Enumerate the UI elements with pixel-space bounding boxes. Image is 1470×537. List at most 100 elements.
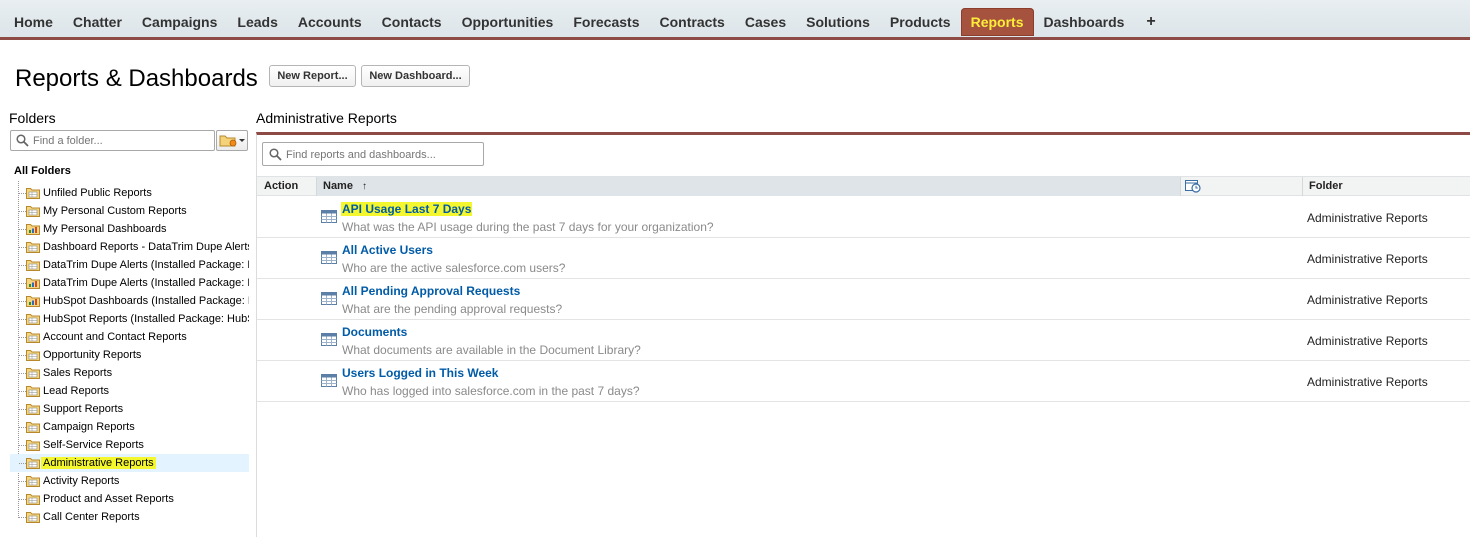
report-icon bbox=[321, 292, 337, 305]
folder-item-label: Opportunity Reports bbox=[43, 349, 142, 361]
folder-item[interactable]: Sales Reports bbox=[10, 364, 249, 382]
report-folder-icon bbox=[26, 386, 40, 397]
folder-item[interactable]: HubSpot Reports (Installed Package: HubS… bbox=[10, 310, 249, 328]
folder-item-label: DataTrim Dupe Alerts (Installed Package:… bbox=[43, 259, 249, 271]
folder-item-label: Campaign Reports bbox=[43, 421, 135, 433]
column-divider bbox=[1180, 177, 1181, 196]
report-folder-icon bbox=[26, 260, 40, 271]
report-search-box[interactable] bbox=[262, 142, 484, 166]
table-row: API Usage Last 7 Days What was the API us… bbox=[257, 197, 1470, 238]
report-name-link[interactable]: API Usage Last 7 Days bbox=[341, 202, 473, 216]
tab-opportunities[interactable]: Opportunities bbox=[452, 8, 564, 36]
report-icon bbox=[321, 374, 337, 387]
report-folder-cell: Administrative Reports bbox=[1307, 334, 1428, 348]
sort-ascending-icon: ↑ bbox=[362, 181, 368, 192]
tab-reports[interactable]: Reports bbox=[960, 8, 1034, 36]
report-folder-cell: Administrative Reports bbox=[1307, 252, 1428, 266]
new-dashboard-button[interactable]: New Dashboard... bbox=[361, 65, 470, 87]
folder-item-label: Account and Contact Reports bbox=[43, 331, 187, 343]
folder-item[interactable]: Opportunity Reports bbox=[10, 346, 249, 364]
report-name-link[interactable]: Documents bbox=[342, 325, 407, 339]
folder-item-label: DataTrim Dupe Alerts (Installed Package:… bbox=[43, 277, 249, 289]
all-tabs-plus-icon[interactable]: + bbox=[1134, 8, 1167, 36]
tab-products[interactable]: Products bbox=[880, 8, 961, 36]
folder-item[interactable]: Product and Asset Reports bbox=[10, 490, 249, 508]
tab-forecasts[interactable]: Forecasts bbox=[563, 8, 649, 36]
folders-title: Folders bbox=[9, 110, 56, 126]
tab-solutions[interactable]: Solutions bbox=[796, 8, 880, 36]
folder-item-label: Lead Reports bbox=[43, 385, 110, 397]
report-description: What was the API usage during the past 7… bbox=[342, 220, 714, 234]
tab-leads[interactable]: Leads bbox=[227, 8, 287, 36]
folder-item-label: Self-Service Reports bbox=[43, 439, 144, 451]
search-icon bbox=[16, 134, 29, 147]
report-description: Who has logged into salesforce.com in th… bbox=[342, 384, 640, 398]
tab-accounts[interactable]: Accounts bbox=[288, 8, 372, 36]
folder-item-label: HubSpot Dashboards (Installed Package: H bbox=[43, 295, 249, 307]
report-search-input[interactable] bbox=[286, 146, 480, 163]
folder-item[interactable]: My Personal Custom Reports bbox=[10, 202, 249, 220]
folder-item[interactable]: Unfiled Public Reports bbox=[10, 184, 249, 202]
folder-item[interactable]: Account and Contact Reports bbox=[10, 328, 249, 346]
search-icon bbox=[269, 148, 282, 161]
report-folder-icon bbox=[26, 242, 40, 253]
folder-item[interactable]: DataTrim Dupe Alerts (Installed Package:… bbox=[10, 256, 249, 274]
report-folder-icon bbox=[26, 404, 40, 415]
report-icon bbox=[321, 251, 337, 264]
folder-search-input[interactable] bbox=[33, 132, 211, 149]
report-folder-icon bbox=[26, 206, 40, 217]
report-folder-icon bbox=[26, 332, 40, 343]
all-folders-node[interactable]: All Folders bbox=[14, 165, 71, 177]
folder-item[interactable]: Activity Reports bbox=[10, 472, 249, 490]
app-tab-bar: Home Chatter Campaigns Leads Accounts Contact… bbox=[0, 0, 1470, 40]
report-name-link[interactable]: All Active Users bbox=[342, 243, 433, 257]
column-header-schedule[interactable] bbox=[1185, 179, 1202, 198]
column-divider bbox=[1302, 177, 1303, 196]
table-row: All Pending Approval Requests What are th… bbox=[257, 279, 1470, 320]
folder-item[interactable]: Dashboard Reports - DataTrim Dupe Alerts bbox=[10, 238, 249, 256]
folder-item[interactable]: Self-Service Reports bbox=[10, 436, 249, 454]
table-row: All Active Users Who are the active sales… bbox=[257, 238, 1470, 279]
report-folder-icon bbox=[26, 350, 40, 361]
folder-item[interactable]: HubSpot Dashboards (Installed Package: H bbox=[10, 292, 249, 310]
tab-campaigns[interactable]: Campaigns bbox=[132, 8, 227, 36]
folder-search-box[interactable] bbox=[10, 130, 215, 151]
folder-item[interactable]: Administrative Reports bbox=[10, 454, 249, 472]
folder-item-label: Unfiled Public Reports bbox=[43, 187, 152, 199]
tab-cases[interactable]: Cases bbox=[735, 8, 796, 36]
folder-item-label: Sales Reports bbox=[43, 367, 113, 379]
column-header-name-label: Name bbox=[323, 180, 353, 192]
selected-folder-title: Administrative Reports bbox=[256, 110, 397, 126]
report-name-link[interactable]: All Pending Approval Requests bbox=[342, 284, 520, 298]
report-folder-icon bbox=[26, 512, 40, 523]
folder-item[interactable]: My Personal Dashboards bbox=[10, 220, 249, 238]
table-row: Documents What documents are available in… bbox=[257, 320, 1470, 361]
report-icon bbox=[321, 210, 337, 223]
tab-home[interactable]: Home bbox=[4, 8, 63, 36]
tab-contracts[interactable]: Contracts bbox=[650, 8, 735, 36]
report-folder-icon bbox=[26, 476, 40, 487]
tab-list: Home Chatter Campaigns Leads Accounts Contact… bbox=[4, 8, 1168, 36]
folder-item[interactable]: DataTrim Dupe Alerts (Installed Package:… bbox=[10, 274, 249, 292]
report-description: What are the pending approval requests? bbox=[342, 302, 563, 316]
folder-item[interactable]: Campaign Reports bbox=[10, 418, 249, 436]
report-description: What documents are available in the Docu… bbox=[342, 343, 641, 357]
table-header: Action Name ↑ Folder bbox=[257, 176, 1470, 196]
folder-item[interactable]: Call Center Reports bbox=[10, 508, 249, 526]
dashboard-folder-icon bbox=[26, 296, 40, 307]
report-name-link[interactable]: Users Logged in This Week bbox=[342, 366, 498, 380]
column-header-name[interactable]: Name ↑ bbox=[317, 177, 1180, 196]
folder-actions-button[interactable] bbox=[216, 130, 248, 151]
folder-item[interactable]: Lead Reports bbox=[10, 382, 249, 400]
tab-chatter[interactable]: Chatter bbox=[63, 8, 132, 36]
folder-gear-icon bbox=[219, 135, 245, 147]
dashboard-folder-icon bbox=[26, 224, 40, 235]
report-folder-cell: Administrative Reports bbox=[1307, 375, 1428, 389]
report-folder-icon bbox=[26, 440, 40, 451]
new-report-button[interactable]: New Report... bbox=[269, 65, 356, 87]
tab-contacts[interactable]: Contacts bbox=[372, 8, 452, 36]
folder-item-label: Call Center Reports bbox=[43, 511, 140, 523]
report-folder-icon bbox=[26, 368, 40, 379]
folder-item[interactable]: Support Reports bbox=[10, 400, 249, 418]
tab-dashboards[interactable]: Dashboards bbox=[1034, 8, 1135, 36]
